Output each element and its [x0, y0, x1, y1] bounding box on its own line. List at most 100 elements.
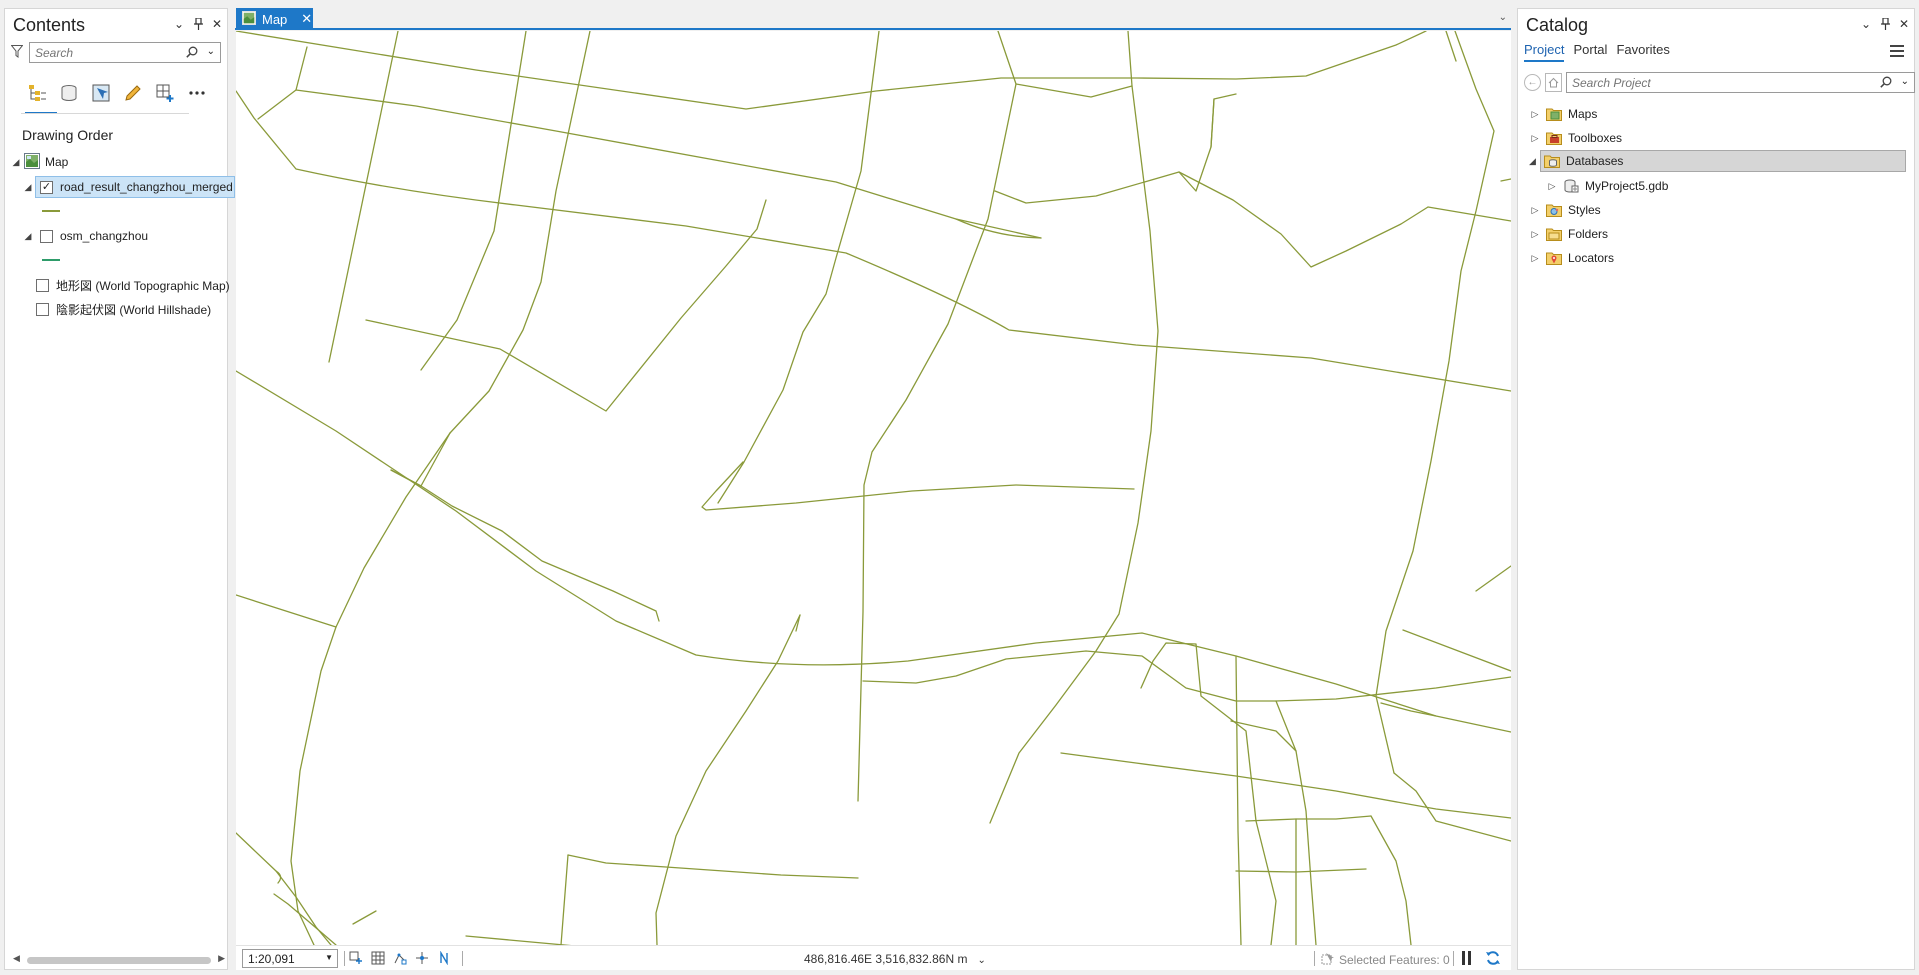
locators-folder-icon — [1546, 251, 1562, 265]
catalog-item-folders[interactable]: ▷ Folders — [1530, 223, 1608, 245]
road-layer-symbol[interactable] — [42, 210, 60, 212]
collapse-triangle-icon[interactable]: ◢ — [1529, 156, 1536, 167]
collapse-triangle-icon[interactable]: ◢ — [23, 231, 33, 242]
tree-item-map[interactable]: ◢ Map — [11, 152, 68, 172]
tree-item-osm-layer[interactable]: ◢ osm_changzhou — [23, 226, 149, 246]
coordinate-readout: 486,816.46E 3,516,832.86N m — [804, 952, 968, 966]
tree-item-road-layer[interactable]: ◢ ✓ road_result_changzhou_merged — [23, 176, 235, 198]
catalog-item-label: Databases — [1566, 154, 1624, 168]
scrollbar-thumb[interactable] — [27, 957, 211, 964]
scroll-left-icon[interactable]: ◀ — [13, 953, 20, 964]
status-divider — [1453, 951, 1454, 966]
selected-features-indicator[interactable]: Selected Features: 0 — [1321, 952, 1450, 968]
status-divider — [462, 951, 463, 966]
layer-visibility-checkbox[interactable] — [36, 278, 49, 292]
tab-label: Map — [262, 11, 288, 27]
north-arrow-icon[interactable] — [437, 951, 451, 965]
filter-icon[interactable] — [10, 44, 24, 61]
more-options-icon[interactable] — [185, 81, 209, 105]
close-icon[interactable]: ✕ — [301, 11, 312, 27]
catalog-item-label: Styles — [1568, 203, 1601, 217]
catalog-item-databases[interactable]: ◢ Databases — [1529, 150, 1906, 172]
expand-triangle-icon[interactable]: ▷ — [1530, 109, 1540, 120]
catalog-item-maps[interactable]: ▷ Maps — [1530, 103, 1597, 125]
contents-pane: Contents ⌄ ✕ ⌄ — [4, 8, 235, 970]
chevron-down-icon[interactable]: ⌄ — [207, 46, 215, 57]
contents-search-input[interactable] — [35, 45, 175, 60]
status-divider — [344, 951, 345, 966]
close-icon[interactable]: ✕ — [211, 17, 223, 31]
map-canvas[interactable] — [236, 31, 1511, 945]
search-icon[interactable] — [1880, 76, 1892, 91]
menu-icon[interactable] — [1890, 45, 1904, 60]
list-by-editing-icon[interactable] — [121, 81, 145, 105]
expand-triangle-icon[interactable]: ▷ — [1530, 205, 1540, 216]
catalog-item-locators[interactable]: ▷ Locators — [1530, 247, 1614, 269]
layer-visibility-checkbox[interactable] — [40, 229, 53, 243]
osm-layer-symbol[interactable] — [42, 259, 60, 261]
search-icon[interactable] — [186, 46, 198, 61]
pause-drawing-button[interactable] — [1462, 951, 1474, 965]
selected-layer-highlight[interactable]: ✓ road_result_changzhou_merged — [35, 176, 235, 198]
layer-visibility-checkbox[interactable]: ✓ — [40, 180, 53, 194]
catalog-item-styles[interactable]: ▷ Styles — [1530, 199, 1601, 221]
constraint-icon[interactable] — [415, 951, 429, 965]
collapse-triangle-icon[interactable]: ◢ — [23, 182, 33, 193]
scroll-right-icon[interactable]: ▶ — [218, 953, 225, 964]
layer-label: road_result_changzhou_merged — [60, 180, 233, 194]
expand-triangle-icon[interactable]: ▷ — [1547, 181, 1557, 192]
contents-horizontal-scrollbar[interactable]: ◀ ▶ — [13, 953, 225, 965]
chevron-down-icon[interactable]: ⌄ — [1860, 17, 1872, 31]
road-network[interactable] — [236, 31, 1511, 945]
selected-features-label: Selected Features: 0 — [1339, 953, 1450, 967]
map-scale-selector[interactable]: 1:20,091 ▼ — [242, 949, 338, 968]
map-icon — [242, 10, 256, 28]
tab-map[interactable]: Map ✕ — [236, 8, 313, 30]
map-scale-value: 1:20,091 — [248, 951, 295, 966]
catalog-item-geodatabase[interactable]: ▷ MyProject5.gdb — [1547, 175, 1669, 197]
chevron-down-icon[interactable]: ▼ — [325, 953, 333, 962]
list-by-snapping-icon[interactable] — [153, 81, 177, 105]
expand-triangle-icon[interactable]: ▷ — [1530, 133, 1540, 144]
layer-visibility-checkbox[interactable] — [36, 302, 49, 316]
catalog-item-toolboxes[interactable]: ▷ Toolboxes — [1530, 127, 1622, 149]
close-icon[interactable]: ✕ — [1898, 17, 1910, 31]
chevron-down-icon[interactable]: ⌄ — [977, 955, 985, 966]
chevron-down-icon[interactable]: ⌄ — [173, 17, 185, 31]
chevron-down-icon[interactable]: ⌄ — [1499, 12, 1507, 23]
tab-portal[interactable]: Portal — [1573, 42, 1607, 62]
selection-icon — [1321, 952, 1334, 968]
contents-search-box[interactable]: ⌄ — [29, 42, 221, 63]
database-folder-icon — [1544, 154, 1560, 168]
list-by-drawing-order-icon[interactable] — [25, 81, 49, 105]
list-by-selection-icon[interactable] — [89, 81, 113, 105]
list-by-source-icon[interactable] — [57, 81, 81, 105]
tree-item-hillshade-layer[interactable]: 陰影起伏図 (World Hillshade) — [36, 299, 211, 319]
collapse-triangle-icon[interactable]: ◢ — [11, 157, 21, 168]
catalog-search-row: ← ⌄ — [1524, 72, 1915, 93]
fixed-zoom-icon[interactable] — [349, 951, 363, 965]
tree-item-topographic-layer[interactable]: 地形図 (World Topographic Map) — [36, 275, 230, 295]
catalog-item-label: Maps — [1568, 107, 1598, 121]
catalog-search-input[interactable] — [1572, 75, 1852, 90]
refresh-icon[interactable] — [1485, 950, 1501, 969]
home-icon[interactable] — [1545, 73, 1562, 92]
back-arrow-icon[interactable]: ← — [1524, 74, 1541, 91]
catalog-item-label: Locators — [1568, 251, 1615, 265]
pin-icon[interactable] — [1879, 17, 1891, 31]
tab-favorites[interactable]: Favorites — [1616, 42, 1669, 62]
catalog-search-box[interactable]: ⌄ — [1566, 72, 1915, 93]
grid-icon[interactable] — [371, 951, 385, 965]
map-view-tabbar: Map ✕ ⌄ — [235, 8, 1511, 30]
geodatabase-icon — [1563, 179, 1579, 193]
map-status-tools — [349, 951, 451, 965]
expand-triangle-icon[interactable]: ▷ — [1530, 229, 1540, 240]
pin-icon[interactable] — [192, 17, 204, 31]
expand-triangle-icon[interactable]: ▷ — [1530, 253, 1540, 264]
chevron-down-icon[interactable]: ⌄ — [1901, 76, 1909, 87]
map-coordinates[interactable]: 486,816.46E 3,516,832.86N m ⌄ — [804, 952, 986, 966]
snapping-icon[interactable] — [393, 951, 407, 965]
tab-project[interactable]: Project — [1524, 42, 1565, 62]
catalog-item-label: Folders — [1568, 227, 1609, 241]
map-status-bar: 1:20,091 ▼ 486,816.46E 3,516,832.86N m ⌄ … — [236, 945, 1511, 970]
